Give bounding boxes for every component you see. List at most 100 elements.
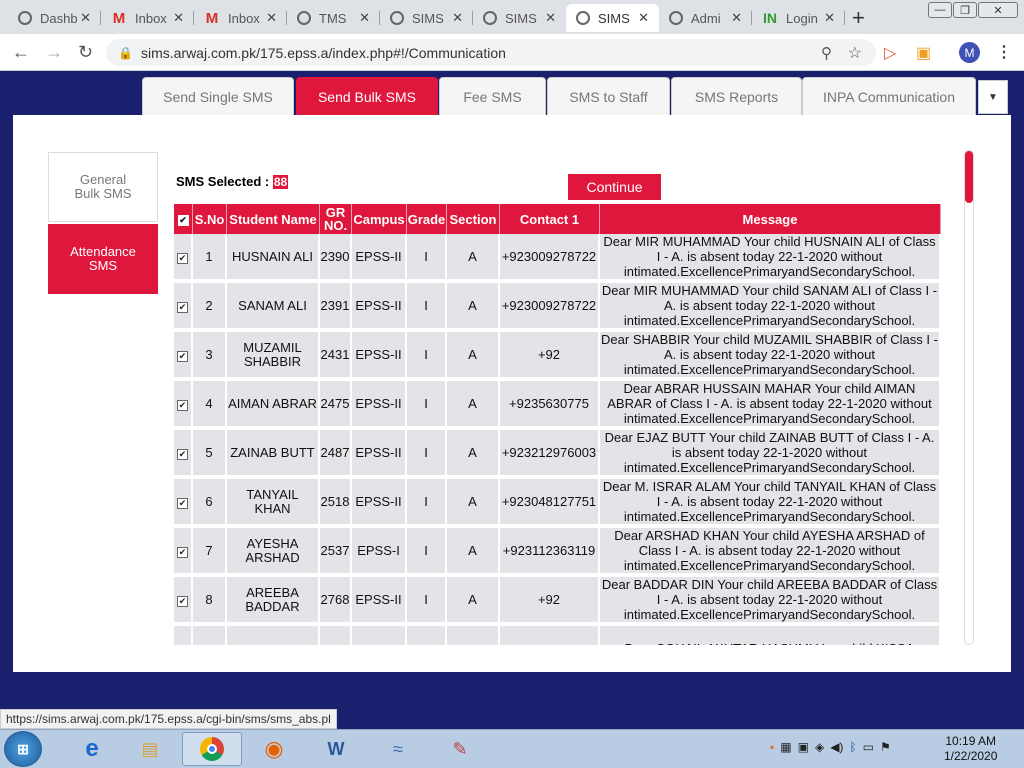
cell-contact: +923112363119 bbox=[500, 528, 600, 577]
cell-gr: 2518 bbox=[320, 479, 352, 528]
bluetooth-icon[interactable]: ᛒ bbox=[849, 740, 856, 754]
close-icon[interactable]: ✕ bbox=[80, 10, 91, 26]
sidebar-item-general-bulk-sms[interactable]: General Bulk SMS bbox=[48, 152, 158, 222]
url-bar[interactable]: 🔒 sims.arwaj.com.pk/175.epss.a/index.php… bbox=[106, 39, 876, 66]
word-icon[interactable]: W bbox=[306, 732, 366, 766]
tab-sms-to-staff[interactable]: SMS to Staff bbox=[547, 77, 670, 115]
cell-section: A bbox=[447, 234, 500, 283]
browser-tab[interactable]: SIMS ✕ bbox=[473, 4, 566, 32]
close-icon[interactable]: ✕ bbox=[173, 10, 184, 26]
volume-icon[interactable]: ◀) bbox=[830, 740, 843, 754]
row-checkbox[interactable]: ✔ bbox=[174, 528, 193, 577]
tray-flag-icon[interactable]: ⚑ bbox=[880, 740, 891, 754]
minimize-button[interactable]: — bbox=[928, 2, 952, 18]
tab-fee-sms[interactable]: Fee SMS bbox=[439, 77, 546, 115]
tray-app-icon[interactable]: ▪ bbox=[770, 740, 774, 754]
close-icon[interactable]: ✕ bbox=[452, 10, 463, 26]
start-button[interactable]: ⊞ bbox=[4, 731, 42, 767]
browser-tab[interactable]: M Inbox ✕ bbox=[101, 4, 194, 32]
cell-section: A bbox=[447, 528, 500, 577]
table-row[interactable]: ✔ 7 AYESHA ARSHAD 2537 EPSS-I I A +923112363119… bbox=[174, 528, 941, 577]
row-checkbox[interactable]: ✔ bbox=[174, 479, 193, 528]
status-url: https://sims.arwaj.com.pk/175.epss.a/cgi… bbox=[0, 709, 337, 729]
close-icon[interactable]: ✕ bbox=[266, 10, 277, 26]
table-row[interactable]: ✔ 2 SANAM ALI 2391 EPSS-II I A +923009278722 Dea… bbox=[174, 283, 941, 332]
cell-name: TANYAIL KHAN bbox=[227, 479, 320, 528]
row-checkbox[interactable]: ✔ bbox=[174, 430, 193, 479]
continue-button[interactable]: Continue bbox=[568, 174, 661, 200]
table-scrollbar[interactable] bbox=[964, 150, 974, 645]
col-section: Section bbox=[447, 204, 500, 234]
table-row[interactable]: Dear SOHAIL AKHTAR HASHMI Your child KIS… bbox=[174, 626, 941, 645]
browser-tab[interactable]: Dashb ✕ bbox=[8, 4, 101, 32]
tray-network-icon[interactable]: ▦ bbox=[780, 740, 791, 754]
reload-icon[interactable]: ↻ bbox=[78, 42, 93, 63]
cell-message: Dear MIR MUHAMMAD Your child HUSNAIN ALI… bbox=[600, 234, 941, 283]
maximize-button[interactable]: ❐ bbox=[953, 2, 977, 18]
table-row[interactable]: ✔ 1 HUSNAIN ALI 2390 EPSS-II I A +923009278722 D… bbox=[174, 234, 941, 283]
firefox-icon[interactable]: ◉ bbox=[244, 732, 304, 766]
row-checkbox[interactable]: ✔ bbox=[174, 577, 193, 626]
chrome-icon[interactable] bbox=[182, 732, 242, 766]
close-icon[interactable]: ✕ bbox=[824, 10, 835, 26]
row-checkbox[interactable]: ✔ bbox=[174, 381, 193, 430]
cell-campus: EPSS-II bbox=[352, 577, 407, 626]
close-icon[interactable]: ✕ bbox=[731, 10, 742, 26]
paint-icon[interactable]: ✎ bbox=[430, 732, 490, 766]
chevron-down-icon[interactable]: ▼ bbox=[978, 80, 1008, 114]
tab-send-single-sms[interactable]: Send Single SMS bbox=[142, 77, 294, 115]
tab-send-bulk-sms[interactable]: Send Bulk SMS bbox=[296, 77, 438, 115]
table-row[interactable]: ✔ 4 AIMAN ABRAR 2475 EPSS-II I A +9235630775 Dea… bbox=[174, 381, 941, 430]
close-window-button[interactable]: ✕ bbox=[978, 2, 1018, 18]
table-row[interactable]: ✔ 6 TANYAIL KHAN 2518 EPSS-II I A +923048127751… bbox=[174, 479, 941, 528]
bookmark-star-icon[interactable]: ☆ bbox=[848, 43, 862, 63]
tray-app-icon[interactable]: ▣ bbox=[798, 740, 809, 754]
row-checkbox[interactable]: ✔ bbox=[174, 283, 193, 332]
cell-campus: EPSS-II bbox=[352, 479, 407, 528]
table-row[interactable]: ✔ 8 AREEBA BADDAR 2768 EPSS-II I A +92 Dear BADD… bbox=[174, 577, 941, 626]
browser-tab-title: TMS bbox=[319, 10, 347, 26]
browser-tab[interactable]: Admi ✕ bbox=[659, 4, 752, 32]
cell-sno: 1 bbox=[193, 234, 227, 283]
extension-icon[interactable]: ▣ bbox=[916, 43, 931, 63]
file-explorer-icon[interactable]: ▤ bbox=[120, 732, 180, 766]
zoom-icon[interactable]: ⚲ bbox=[821, 44, 832, 62]
cell-section: A bbox=[447, 283, 500, 332]
cell-contact: +92 bbox=[500, 577, 600, 626]
close-icon[interactable]: ✕ bbox=[359, 10, 370, 26]
tab-sms-reports[interactable]: SMS Reports bbox=[671, 77, 802, 115]
cell-sno: 6 bbox=[193, 479, 227, 528]
back-icon[interactable]: ← bbox=[12, 42, 30, 63]
select-all-checkbox[interactable]: ✔ bbox=[174, 204, 193, 234]
browser-tab[interactable]: IN Login ✕ bbox=[752, 4, 845, 32]
scrollbar-thumb[interactable] bbox=[965, 151, 973, 203]
forward-icon[interactable]: → bbox=[45, 42, 63, 63]
clock[interactable]: 10:19 AM 1/22/2020 bbox=[944, 734, 997, 764]
table-row[interactable]: ✔ 3 MUZAMIL SHABBIR 2431 EPSS-II I A +92 Dear SH… bbox=[174, 332, 941, 381]
browser-tab[interactable]: SIMS ✕ bbox=[566, 4, 659, 32]
table-row[interactable]: ✔ 5 ZAINAB BUTT 2487 EPSS-II I A +923212976003 D… bbox=[174, 430, 941, 479]
tray-app-icon[interactable]: ◈ bbox=[815, 740, 824, 754]
cell-section: A bbox=[447, 577, 500, 626]
row-checkbox[interactable]: ✔ bbox=[174, 234, 193, 283]
browser-tab[interactable]: M Inbox ✕ bbox=[194, 4, 287, 32]
cell-gr: 2475 bbox=[320, 381, 352, 430]
internet-explorer-icon[interactable]: e bbox=[62, 732, 122, 766]
avatar[interactable]: M bbox=[959, 42, 980, 63]
close-icon[interactable]: ✕ bbox=[638, 10, 649, 26]
close-icon[interactable]: ✕ bbox=[545, 10, 556, 26]
cell-section: A bbox=[447, 381, 500, 430]
extension-icon[interactable]: ▷ bbox=[884, 43, 896, 63]
tab-inpa-communication[interactable]: INPA Communication bbox=[802, 77, 976, 115]
tray-display-icon[interactable]: ▭ bbox=[863, 740, 874, 754]
row-checkbox[interactable] bbox=[174, 626, 193, 645]
sidebar-item-attendance-sms[interactable]: Attendance SMS bbox=[48, 224, 158, 294]
browser-tab[interactable]: SIMS ✕ bbox=[380, 4, 473, 32]
new-tab-button[interactable]: + bbox=[852, 5, 865, 31]
browser-tab[interactable]: TMS ✕ bbox=[287, 4, 380, 32]
row-checkbox[interactable]: ✔ bbox=[174, 332, 193, 381]
globe-icon bbox=[297, 11, 311, 25]
menu-icon[interactable]: ⋮ bbox=[996, 42, 1012, 62]
gmail-icon: M bbox=[205, 9, 219, 27]
app-dolphin-icon[interactable]: ≈ bbox=[368, 732, 428, 766]
